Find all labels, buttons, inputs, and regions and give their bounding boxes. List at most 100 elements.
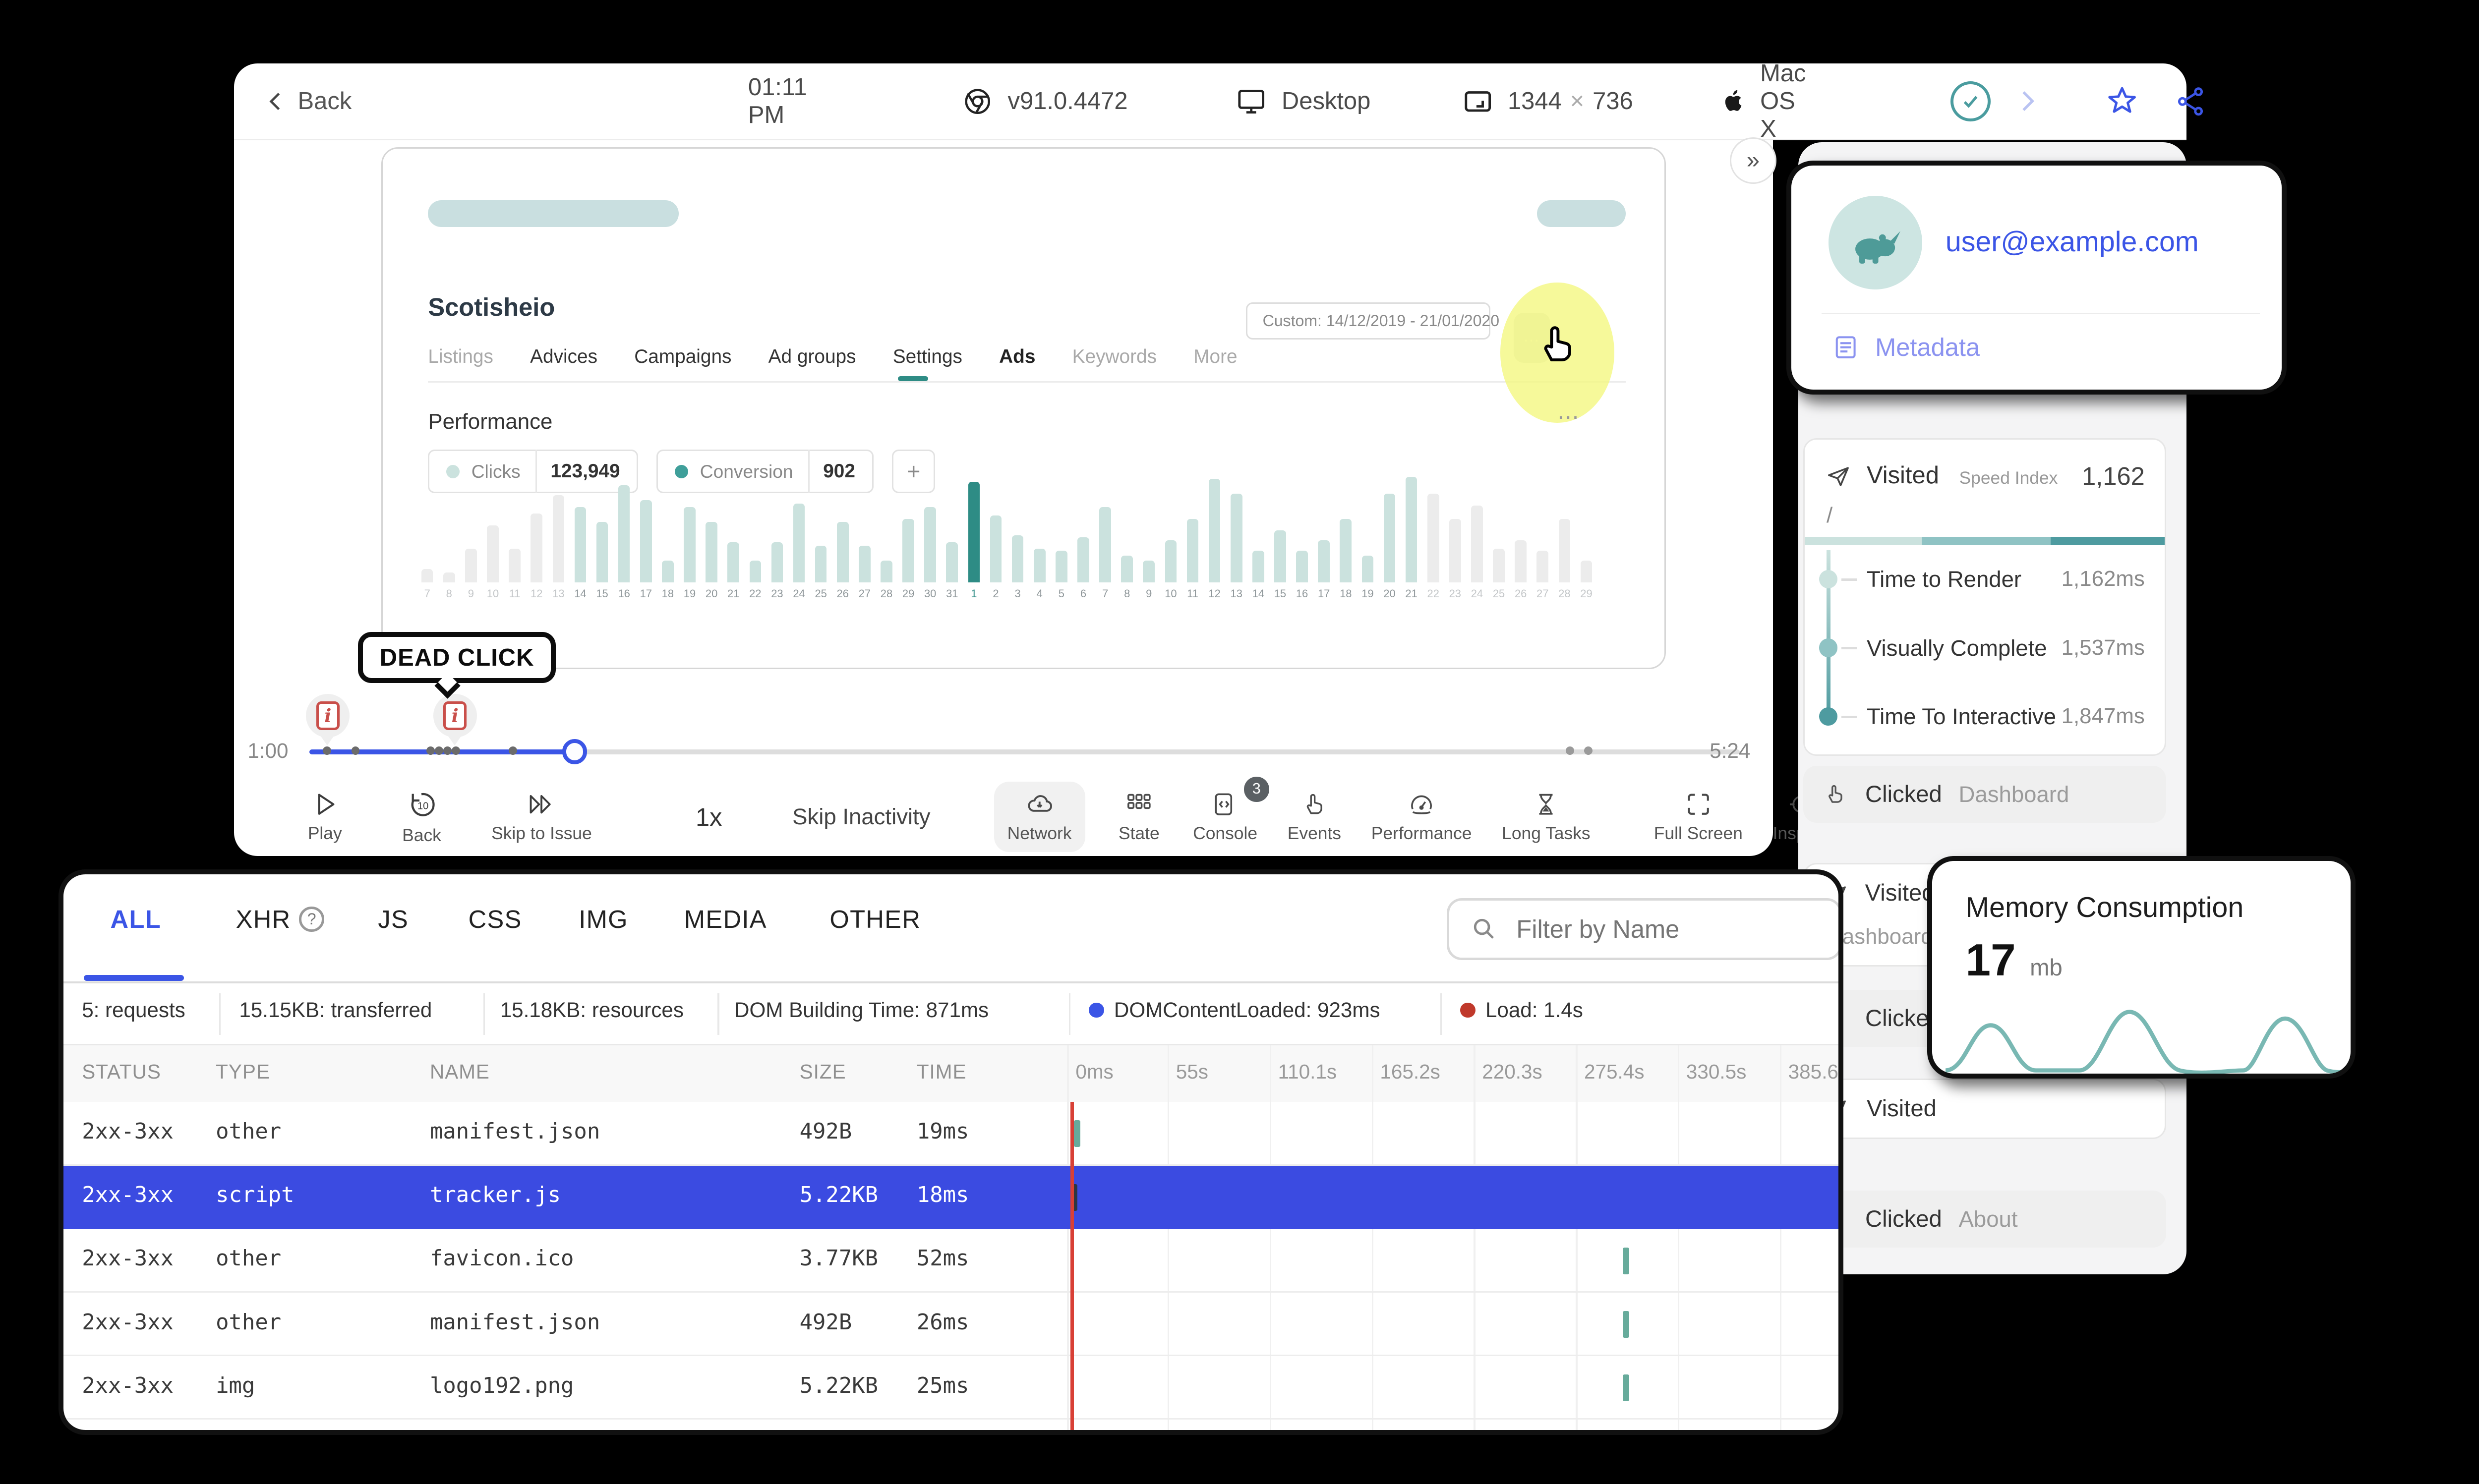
metadata-button[interactable]: Metadata (1831, 333, 1980, 362)
collapse-panel-chevron[interactable]: » (1729, 137, 1777, 184)
event-action: Visited (1866, 461, 1939, 489)
chart-bar-group: 20 (1382, 493, 1397, 600)
performance-panel-button[interactable]: Performance (1371, 790, 1472, 844)
event-row-clicked[interactable]: Clicked Dashboard (1803, 766, 2167, 823)
cell-name: manifest.json (429, 1119, 600, 1144)
event-action: Clicked (1865, 1206, 1942, 1233)
memory-title: Memory Consumption (1965, 892, 2244, 924)
long-tasks-panel-button[interactable]: Long Tasks (1502, 790, 1591, 844)
metric-chip-clicks: Clicks 123,949 (428, 450, 639, 493)
chart-bar (1318, 540, 1330, 582)
network-tab-label: ALL (110, 905, 161, 934)
table-row[interactable]: 2xx-3xx img logo192.png 5.22KB 25ms (63, 1356, 1838, 1420)
add-metric-button: + (891, 450, 936, 493)
chart-bar-group: 15 (594, 522, 609, 600)
chart-bar-label: 24 (1471, 587, 1483, 600)
stat-text: 15.15KB: transferred (239, 998, 432, 1022)
user-email[interactable]: user@example.com (1946, 226, 2199, 258)
events-panel-button[interactable]: Events (1288, 790, 1341, 844)
network-panel: ALL XHR? JS CSS IMG MEDIA OTHER 5: requests 15.… (59, 869, 1844, 1435)
chart-bar (793, 504, 805, 582)
column-header-name[interactable]: NAME (430, 1060, 490, 1084)
table-row-selected[interactable]: 2xx-3xx script tracker.js 5.22KB 18ms (63, 1165, 1838, 1229)
metric-ms: 1,162ms (2061, 567, 2145, 591)
cell-status: 2xx-3xx (82, 1372, 174, 1398)
metric-chips: Clicks 123,949 Conversion 902 + (428, 450, 936, 493)
console-panel-button[interactable]: Console 3 (1193, 776, 1269, 844)
paper-plane-icon (1825, 463, 1852, 490)
column-header-size[interactable]: SIZE (800, 1060, 846, 1084)
skip-inactivity-toggle[interactable]: Skip Inactivity (792, 804, 930, 830)
chart-bar (1274, 530, 1286, 582)
next-session-chevron-icon[interactable] (2013, 88, 2040, 114)
chart-bar-group: 8 (1120, 555, 1134, 600)
share-icon[interactable] (2174, 85, 2207, 118)
cell-size: 3.77KB (799, 1246, 879, 1271)
network-tab-label: IMG (579, 905, 628, 934)
screen: Back 01:11 PM v91.0.4472 Desktop 1344 × … (0, 0, 2479, 1484)
chart-bar-label: 30 (924, 587, 937, 600)
load-marker-line (1070, 1102, 1074, 1430)
date-range-select: Custom: 14/12/2019 - 21/01/2020 (1246, 302, 1499, 340)
chart-bar (706, 522, 717, 582)
network-tab-other[interactable]: OTHER (829, 905, 921, 934)
skip-to-issue-button[interactable]: Skip to Issue (491, 790, 592, 844)
network-stat: 5: requests (82, 998, 185, 1022)
metric-name: Visually Complete (1866, 635, 2047, 661)
back-10s-button[interactable]: 10 Back (402, 789, 441, 846)
cell-size: 492B (799, 1119, 852, 1144)
back-button[interactable]: Back (264, 87, 352, 115)
back-label: Back (297, 88, 352, 115)
speed-band (1805, 536, 2165, 545)
player-controls: Play 10 Back Skip to Issue 1x Skip Inact… (234, 776, 1830, 856)
table-row[interactable]: 2xx-3xx other manifest.json 492B 19ms (63, 1102, 1838, 1166)
timeline-playhead[interactable] (562, 739, 588, 764)
column-header-status[interactable]: STATUS (82, 1060, 161, 1084)
network-tab-media[interactable]: MEDIA (684, 905, 767, 934)
column-header-time[interactable]: TIME (917, 1060, 967, 1084)
network-tab-img[interactable]: IMG (579, 905, 628, 934)
table-row[interactable]: 2xx-3xx other manifest.json 492B 26ms (63, 1293, 1838, 1357)
chart-bar-label: 20 (1383, 587, 1396, 600)
chart-bar-label: 8 (1124, 587, 1130, 600)
network-stat: DOMContentLoaded: 923ms (1089, 998, 1380, 1022)
play-button[interactable]: Play (308, 790, 342, 844)
cell-status: 2xx-3xx (82, 1246, 174, 1271)
chart-bar-group: 17 (639, 500, 653, 600)
memory-unit: mb (2030, 954, 2063, 981)
chart-bar-label: 24 (793, 587, 805, 600)
network-stats-bar: 5: requests 15.15KB: transferred 15.18KB: … (63, 983, 1838, 1045)
cell-time: 25ms (916, 1372, 969, 1398)
avatar (1828, 195, 1922, 289)
chart-bar (771, 542, 783, 582)
network-tab-css[interactable]: CSS (469, 905, 522, 934)
chart-bar-group: 9 (1141, 560, 1156, 600)
issue-marker-pin[interactable]: i (433, 694, 477, 746)
state-panel-button[interactable]: State (1119, 790, 1160, 844)
event-card-visited[interactable]: Visited (1803, 1079, 2167, 1139)
cell-size: 492B (799, 1309, 852, 1335)
issue-marker-pin[interactable]: i (306, 694, 350, 746)
cell-time: 26ms (916, 1309, 969, 1335)
chart-bar-label: 22 (1427, 587, 1439, 600)
speed-button[interactable]: 1x (696, 802, 722, 832)
bookmark-star-icon[interactable] (2104, 83, 2140, 119)
chart-bar (640, 500, 652, 582)
table-row[interactable]: 2xx-3xx other favicon.ico 3.77KB 52ms (63, 1229, 1838, 1293)
column-header-type[interactable]: TYPE (216, 1060, 270, 1084)
network-tab-xhr[interactable]: XHR? (236, 905, 324, 934)
waterfall-bar (1622, 1374, 1630, 1402)
visited-event-card[interactable]: Visited Speed Index 1,162 / Time to Rend… (1803, 438, 2167, 756)
chart-bar-label: 7 (424, 587, 430, 600)
network-tab-all[interactable]: ALL (111, 905, 161, 934)
network-tab-js[interactable]: JS (378, 905, 409, 934)
metric-dash (1841, 647, 1857, 650)
filter-input[interactable] (1513, 913, 1814, 945)
network-panel-button[interactable]: Network (994, 782, 1085, 853)
full-screen-button[interactable]: Full Screen (1654, 790, 1743, 844)
chart-bar-label: 23 (771, 587, 783, 600)
chart-bar-group: 25 (813, 545, 828, 600)
chart-bar (836, 522, 849, 582)
chart-bar-label: 22 (749, 587, 762, 600)
event-row-clicked[interactable]: Clicked About (1803, 1191, 2167, 1248)
